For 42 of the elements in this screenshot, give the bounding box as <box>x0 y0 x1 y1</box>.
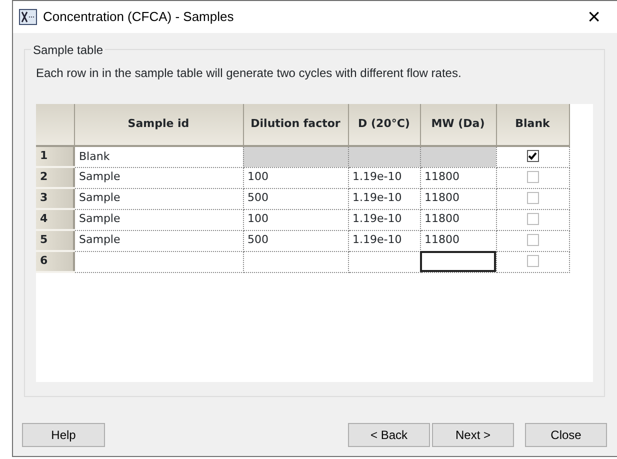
column-header[interactable]: D (20°C) <box>348 104 420 146</box>
app-icon <box>19 9 37 25</box>
table-cell[interactable]: 1.19e-10 <box>348 230 420 251</box>
column-header[interactable]: Sample id <box>74 104 243 146</box>
checkbox[interactable] <box>526 213 538 226</box>
window-title: Concentration (CFCA) - Samples <box>43 8 234 26</box>
table-cell[interactable]: 11800 <box>420 209 496 230</box>
table-cell[interactable]: 1.19e-10 <box>348 188 420 209</box>
table-cell[interactable]: Sample <box>74 209 243 230</box>
row-number: 5 <box>36 230 74 251</box>
table-cell[interactable]: 100 <box>243 167 348 188</box>
table-cell[interactable]: 1.19e-10 <box>348 209 420 230</box>
table-cell[interactable]: 100 <box>243 209 348 230</box>
table-cell[interactable]: Sample <box>74 167 243 188</box>
column-header[interactable]: Dilution factor <box>243 104 348 146</box>
table-cell[interactable]: Sample <box>74 230 243 251</box>
checkbox[interactable] <box>526 192 538 204</box>
table-cell[interactable] <box>420 251 496 272</box>
checkbox[interactable] <box>526 171 538 184</box>
help-button[interactable]: Help <box>22 423 105 447</box>
close-button[interactable]: Close <box>525 423 607 447</box>
column-header[interactable]: MW (Da) <box>420 104 496 146</box>
row-number: 6 <box>36 251 74 272</box>
table-cell[interactable]: 500 <box>243 188 348 209</box>
row-number: 2 <box>36 167 74 188</box>
table-cell[interactable]: 1.19e-10 <box>348 167 420 188</box>
row-number: 4 <box>36 209 74 230</box>
close-button[interactable]: × <box>571 1 617 33</box>
back-button[interactable]: < Back <box>348 423 430 447</box>
table-cell[interactable]: 11800 <box>420 188 496 209</box>
row-number: 3 <box>36 188 74 209</box>
checkbox[interactable] <box>526 234 538 246</box>
table-cell[interactable]: Sample <box>74 188 243 209</box>
table-cell[interactable] <box>243 251 348 272</box>
table-cell[interactable] <box>74 251 243 272</box>
table-cell[interactable]: 11800 <box>420 167 496 188</box>
row-number: 1 <box>36 146 74 167</box>
next-button[interactable]: Next > <box>432 423 514 447</box>
column-header[interactable]: Blank <box>496 104 569 146</box>
table-cell[interactable]: 500 <box>243 230 348 251</box>
checkbox[interactable] <box>526 255 538 268</box>
description-text: Each row in in the sample table will generate two cycles with different flow rates. <box>36 65 462 82</box>
